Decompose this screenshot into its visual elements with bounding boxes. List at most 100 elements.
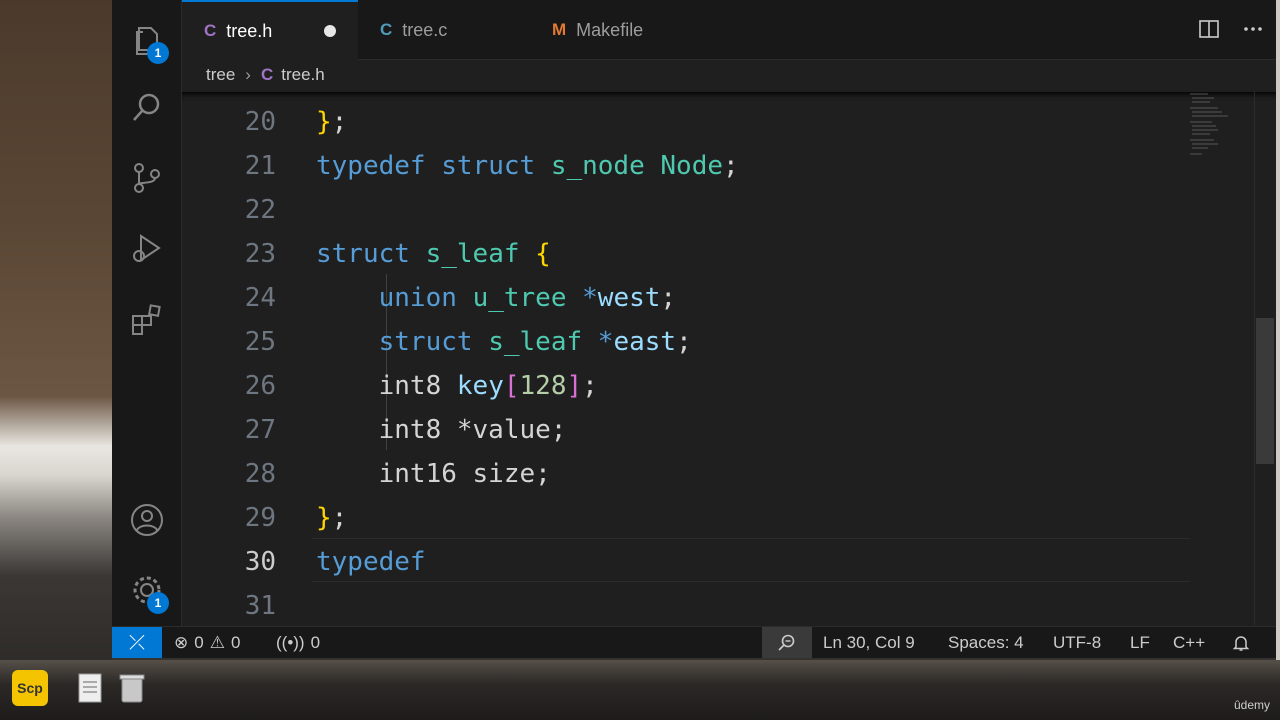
code-token: ; — [676, 327, 692, 357]
code-token: union — [378, 283, 457, 313]
minimap[interactable] — [1188, 92, 1248, 182]
line-number: 25 — [244, 327, 276, 357]
breadcrumb-folder[interactable]: tree — [206, 65, 235, 85]
run-debug-icon — [133, 234, 161, 262]
trash-icon[interactable] — [114, 670, 150, 706]
indentation-setting[interactable]: Spaces: 4 — [948, 627, 1024, 658]
zoom-icon — [778, 634, 795, 651]
breadcrumb-file[interactable]: tree.h — [281, 65, 324, 85]
manage-button[interactable]: 1 — [129, 572, 169, 614]
code-line[interactable]: 25 struct s_leaf * east; — [182, 320, 1182, 364]
breadcrumb: tree › C tree.h — [182, 60, 1276, 90]
tab-tree-h[interactable]: C tree.h — [182, 0, 358, 60]
code-token: int16 size; — [316, 459, 551, 489]
ports-count: 0 — [310, 633, 321, 652]
code-token: int8 — [316, 371, 457, 401]
scp-label: Scp — [17, 680, 43, 696]
scp-app-icon[interactable]: Scp — [12, 670, 48, 706]
code-token: ; — [660, 283, 677, 313]
code-line[interactable]: 20}; — [182, 100, 1182, 144]
line-number: 27 — [244, 415, 276, 445]
remote-icon: ⤫ — [129, 631, 145, 654]
tab-label: tree.h — [226, 20, 273, 41]
eol-setting[interactable]: LF — [1130, 627, 1150, 658]
unsaved-dot-icon[interactable] — [324, 25, 336, 37]
code-token: * — [582, 283, 598, 313]
search-button[interactable] — [129, 90, 165, 126]
code-token: u_tree — [472, 283, 567, 313]
code-token: ; — [331, 503, 348, 533]
vertical-scrollbar-thumb[interactable] — [1256, 318, 1274, 464]
code-line[interactable]: 29}; — [182, 496, 1182, 540]
code-token: east — [613, 327, 677, 357]
status-bar: ⤫ ⊗ 0 ⚠ 0 ((•)) 0 Ln 30, Col 9 Spaces: 4… — [112, 626, 1276, 658]
code-line[interactable]: 28 int16 size; — [182, 452, 1182, 496]
code-token: { — [535, 239, 551, 269]
account-icon — [131, 504, 163, 536]
code-token: 128 — [519, 371, 567, 401]
code-token: struct — [378, 327, 473, 357]
udemy-watermark: ûdemy — [1233, 698, 1270, 712]
notifications-bell-icon[interactable] — [1232, 627, 1250, 658]
code-line[interactable]: 23 struct s_leaf { — [182, 232, 1182, 276]
chevron-right-icon: › — [245, 65, 251, 84]
line-number: 26 — [244, 371, 276, 401]
code-line[interactable]: 24 union u_tree * west; — [182, 276, 1182, 320]
desktop-background-bottom — [0, 660, 1280, 720]
editor-actions — [1198, 18, 1264, 45]
code-line[interactable]: 26 int8 key[128]; — [182, 364, 1182, 408]
accounts-button[interactable] — [129, 502, 165, 538]
source-control-button[interactable] — [129, 160, 165, 196]
line-number: 23 — [244, 239, 276, 269]
code-token: west — [597, 283, 661, 313]
line-number: 22 — [244, 195, 276, 225]
encoding-setting[interactable]: UTF-8 — [1053, 627, 1101, 658]
code-line[interactable]: 27 int8 *value; — [182, 408, 1182, 452]
remote-indicator-button[interactable]: ⤫ — [112, 627, 162, 658]
tab-label: Makefile — [576, 19, 644, 40]
problems-indicator[interactable]: ⊗ 0 ⚠ 0 — [174, 627, 240, 658]
makefile-icon: M — [552, 20, 567, 39]
warning-icon: ⚠ — [209, 633, 225, 652]
code-line[interactable]: 30 typedef — [182, 540, 1182, 584]
line-number: 21 — [244, 151, 276, 181]
code-line[interactable]: 22 — [182, 188, 1182, 232]
code-token: s_node — [550, 151, 645, 181]
source-control-icon — [134, 163, 160, 193]
ports-indicator[interactable]: ((•)) 0 — [276, 627, 320, 658]
zoom-button[interactable] — [762, 627, 812, 658]
more-actions-icon[interactable] — [1242, 18, 1264, 45]
c-file-icon: C — [204, 21, 217, 40]
code-token: [ — [503, 371, 520, 401]
code-token: Node — [660, 151, 724, 181]
split-editor-icon[interactable] — [1198, 18, 1220, 45]
code-editor[interactable]: 20}; 21 typedef struct s_node Node; 22 23 str… — [182, 92, 1276, 626]
desktop-background-left — [0, 0, 112, 720]
tab-tree-c[interactable]: C tree.c — [358, 0, 530, 60]
error-icon: ⊗ — [174, 633, 189, 652]
extensions-button[interactable] — [129, 302, 165, 338]
code-line[interactable]: 31 — [182, 584, 1182, 626]
cursor-position[interactable]: Ln 30, Col 9 — [823, 627, 915, 658]
run-debug-button[interactable] — [129, 230, 165, 266]
line-number: 29 — [244, 503, 276, 533]
code-line[interactable]: 21 typedef struct s_node Node; — [182, 144, 1182, 188]
extensions-icon — [132, 304, 161, 335]
warning-count: 0 — [230, 633, 241, 652]
code-token: struct — [316, 239, 410, 269]
code-token: struct — [441, 151, 536, 181]
language-mode[interactable]: C++ — [1173, 627, 1205, 658]
tab-makefile[interactable]: M Makefile — [530, 0, 708, 60]
vscode-window: 1 1 C tree.h C tree.c M Makefile tree › … — [112, 0, 1276, 658]
code-token: } — [316, 107, 332, 137]
document-icon[interactable] — [72, 670, 108, 706]
tab-label: tree.c — [402, 19, 448, 40]
explorer-button[interactable]: 1 — [129, 22, 169, 64]
desktop-background-right — [1276, 0, 1280, 720]
